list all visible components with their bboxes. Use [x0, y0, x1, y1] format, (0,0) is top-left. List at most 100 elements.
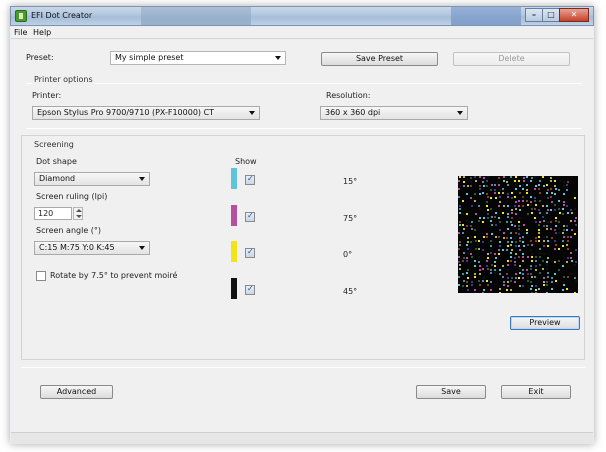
- halftone-dot: [514, 257, 516, 259]
- halftone-dot: [498, 217, 500, 219]
- save-button[interactable]: Save: [416, 385, 486, 399]
- halftone-dot: [494, 261, 496, 263]
- preview-button[interactable]: Preview: [510, 316, 580, 330]
- halftone-dot: [502, 276, 504, 278]
- halftone-dot: [534, 188, 536, 190]
- halftone-dot: [506, 249, 508, 251]
- channel-show-checkbox[interactable]: [245, 211, 255, 222]
- stepper-up-icon[interactable]: [76, 209, 82, 212]
- halftone-dot: [462, 213, 464, 215]
- halftone-dot: [567, 257, 569, 259]
- halftone-dot: [511, 224, 513, 226]
- halftone-dot: [527, 180, 529, 182]
- halftone-dot: [551, 288, 553, 290]
- halftone-dot: [459, 212, 461, 214]
- rotate-checkbox[interactable]: [36, 271, 46, 281]
- halftone-dot: [547, 209, 549, 211]
- halftone-dot: [483, 177, 485, 179]
- halftone-dot: [530, 196, 532, 198]
- halftone-dot: [554, 204, 556, 206]
- halftone-dot: [478, 261, 480, 263]
- channel-show-checkbox[interactable]: [245, 284, 255, 295]
- halftone-dot: [491, 216, 493, 218]
- save-preset-button[interactable]: Save Preset: [321, 52, 438, 66]
- halftone-dot: [495, 212, 497, 214]
- halftone-dot: [575, 261, 577, 263]
- halftone-dot: [567, 212, 569, 214]
- halftone-dot: [519, 217, 521, 219]
- halftone-dot: [538, 236, 540, 238]
- halftone-dot: [467, 248, 469, 250]
- halftone-dot: [486, 260, 488, 262]
- halftone-dot: [487, 213, 489, 215]
- halftone-dot: [467, 269, 469, 271]
- halftone-dot: [474, 260, 476, 262]
- chevron-down-icon: [249, 111, 255, 115]
- advanced-button[interactable]: Advanced: [40, 385, 113, 399]
- printer-select[interactable]: Epson Stylus Pro 9700/9710 (PX-F10000) C…: [32, 106, 260, 120]
- delete-preset-button[interactable]: Delete: [453, 52, 570, 66]
- halftone-dot: [570, 236, 572, 238]
- halftone-dot: [466, 225, 468, 227]
- halftone-dot: [463, 280, 465, 282]
- halftone-dot: [507, 264, 509, 266]
- screen-ruling-label: Screen ruling (lpi): [36, 192, 108, 201]
- halftone-dot: [487, 217, 489, 219]
- halftone-dot: [538, 224, 540, 226]
- halftone-dot: [518, 228, 520, 230]
- halftone-dot: [511, 249, 513, 251]
- halftone-dot: [531, 276, 533, 278]
- halftone-dot: [494, 184, 496, 186]
- screen-angle-select[interactable]: C:15 M:75 Y:0 K:45: [34, 241, 150, 255]
- maximize-icon: □: [547, 10, 555, 19]
- halftone-dot: [511, 209, 513, 211]
- halftone-dot: [483, 217, 485, 219]
- halftone-dot: [466, 285, 468, 287]
- maximize-button[interactable]: □: [542, 8, 560, 22]
- halftone-dot: [510, 232, 512, 234]
- halftone-dot: [474, 236, 476, 238]
- preset-select[interactable]: My simple preset: [110, 51, 286, 65]
- halftone-dot: [462, 224, 464, 226]
- dot-shape-select[interactable]: Diamond: [34, 172, 150, 186]
- halftone-dot: [551, 277, 553, 279]
- halftone-dot: [478, 248, 480, 250]
- halftone-dot: [527, 213, 529, 215]
- halftone-dot: [514, 281, 516, 283]
- menu-file[interactable]: File: [14, 28, 27, 37]
- halftone-dot: [490, 289, 492, 291]
- halftone-dot: [467, 252, 469, 254]
- halftone-dot: [467, 241, 469, 243]
- exit-button[interactable]: Exit: [501, 385, 571, 399]
- halftone-dot: [514, 264, 516, 266]
- halftone-dot: [510, 260, 512, 262]
- halftone-dot: [486, 201, 488, 203]
- halftone-dot: [554, 209, 556, 211]
- screen-ruling-stepper[interactable]: [73, 207, 83, 220]
- halftone-dot: [562, 245, 564, 247]
- minimize-button[interactable]: –: [525, 8, 543, 22]
- halftone-dot: [507, 205, 509, 207]
- resolution-select[interactable]: 360 x 360 dpi: [320, 106, 468, 120]
- screen-ruling-input[interactable]: 120: [34, 207, 72, 220]
- halftone-dot: [470, 185, 472, 187]
- channel-show-checkbox[interactable]: [245, 247, 255, 258]
- stepper-down-icon[interactable]: [76, 215, 82, 218]
- close-button[interactable]: ✕: [559, 8, 589, 22]
- halftone-dot: [539, 264, 541, 266]
- halftone-dot: [467, 289, 469, 291]
- halftone-dot: [523, 224, 525, 226]
- title-bar[interactable]: EFI Dot Creator – □ ✕: [10, 6, 594, 26]
- channel-show-checkbox[interactable]: [245, 174, 255, 185]
- halftone-dot: [491, 256, 493, 258]
- halftone-dot: [514, 196, 516, 198]
- halftone-dot: [490, 220, 492, 222]
- channel-angle-label: 15°: [343, 177, 358, 186]
- halftone-dot: [574, 197, 576, 199]
- halftone-dot: [487, 257, 489, 259]
- halftone-dot: [522, 196, 524, 198]
- menu-help[interactable]: Help: [33, 28, 51, 37]
- halftone-dot: [510, 280, 512, 282]
- halftone-dot: [515, 176, 517, 178]
- halftone-dot: [499, 292, 501, 293]
